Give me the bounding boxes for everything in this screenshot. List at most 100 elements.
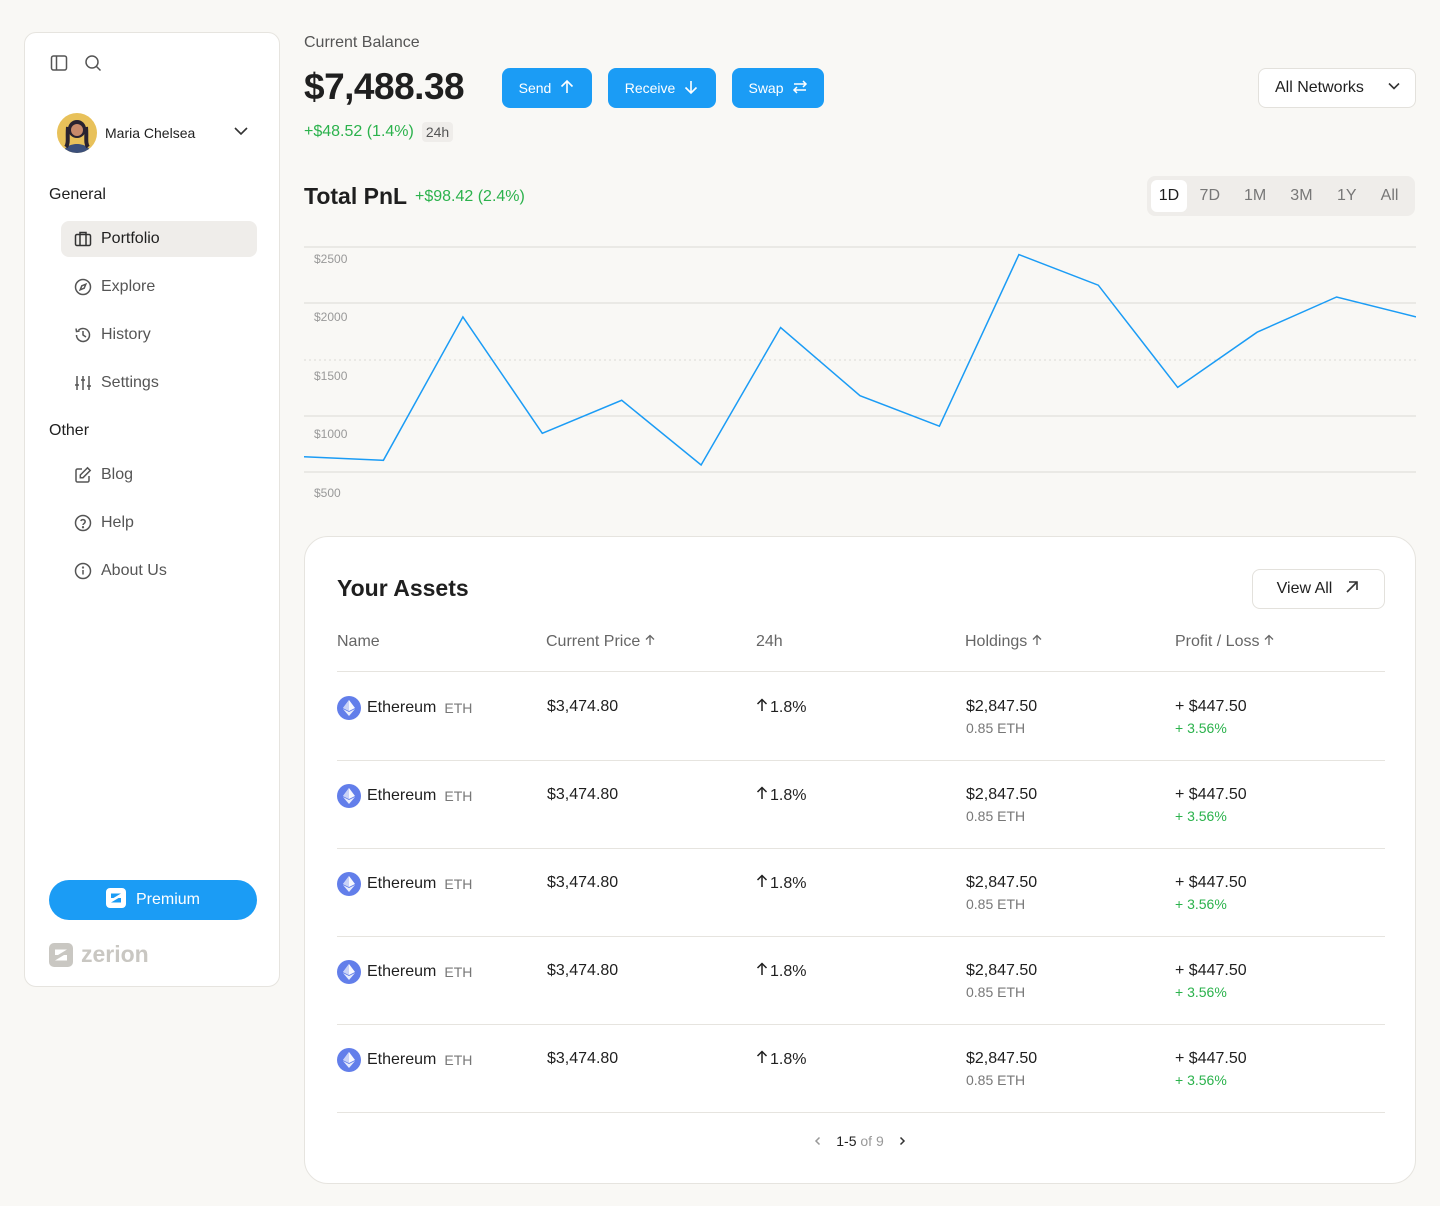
- asset-24h-change: 1.8%: [756, 962, 806, 981]
- user-menu[interactable]: Maria Chelsea: [57, 113, 249, 153]
- asset-name: Ethereum: [367, 1051, 437, 1068]
- sidebar-item-blog[interactable]: Blog: [61, 457, 257, 493]
- page-total: of 9: [860, 1133, 884, 1149]
- chevron-down-icon: [233, 123, 249, 144]
- info-icon: [73, 561, 93, 581]
- table-row[interactable]: Ethereum ETH $3,474.80 1.8% $2,847.50 0.85 ET…: [337, 848, 1385, 936]
- asset-name-cell: Ethereum ETH: [337, 1048, 472, 1072]
- sidebar: Maria Chelsea General Portfolio Explore …: [24, 32, 280, 987]
- balance-change-value: +$48.52 (1.4%): [304, 123, 414, 140]
- ethereum-icon: [337, 960, 361, 984]
- tab-all[interactable]: All: [1368, 180, 1411, 212]
- tab-7d[interactable]: 7D: [1187, 180, 1233, 212]
- profit-loss-percent: + 3.56%: [1175, 720, 1227, 736]
- next-page-button[interactable]: [894, 1133, 910, 1149]
- ethereum-icon: [337, 1048, 361, 1072]
- arrow-down-icon: [683, 79, 699, 98]
- holdings-quantity: 0.85 ETH: [966, 984, 1026, 1000]
- pnl-chart: $2500 $2000 $1500 $1000 $500: [304, 246, 1416, 500]
- assets-title: Your Assets: [337, 575, 469, 601]
- sidebar-item-label: About Us: [101, 562, 167, 579]
- asset-holdings: $2,847.50 0.85 ETH: [966, 874, 1037, 912]
- swap-button[interactable]: Swap: [732, 68, 824, 108]
- receive-button[interactable]: Receive: [608, 68, 716, 108]
- asset-price: $3,474.80: [547, 698, 619, 715]
- asset-24h-change: 1.8%: [756, 1050, 806, 1069]
- section-label-other: Other: [49, 422, 90, 439]
- table-row[interactable]: Ethereum ETH $3,474.80 1.8% $2,847.50 0.85 ET…: [337, 1024, 1385, 1112]
- send-button[interactable]: Send: [502, 68, 592, 108]
- column-header-holdings[interactable]: Holdings: [965, 633, 1043, 651]
- asset-price: $3,474.80: [547, 1050, 619, 1067]
- sidebar-item-about-us[interactable]: About Us: [61, 553, 257, 589]
- prev-page-button[interactable]: [810, 1133, 826, 1149]
- asset-24h-value: 1.8%: [770, 874, 807, 892]
- column-header-label: Holdings: [965, 633, 1028, 650]
- asset-name-cell: Ethereum ETH: [337, 872, 472, 896]
- sidebar-item-label: Portfolio: [101, 230, 160, 247]
- history-icon: [73, 325, 93, 345]
- holdings-value: $2,847.50: [966, 1050, 1038, 1067]
- compass-icon: [73, 277, 93, 297]
- sidebar-item-explore[interactable]: Explore: [61, 269, 257, 305]
- profit-loss-value: + $447.50: [1175, 786, 1247, 803]
- asset-24h-change: 1.8%: [756, 874, 806, 893]
- column-header-label: 24h: [756, 633, 783, 650]
- column-header-profit-loss[interactable]: Profit / Loss: [1175, 633, 1275, 651]
- ethereum-icon: [337, 872, 361, 896]
- asset-name-cell: Ethereum ETH: [337, 784, 472, 808]
- asset-symbol: ETH: [444, 1052, 473, 1068]
- asset-price: $3,474.80: [547, 874, 619, 891]
- arrow-up-icon: [756, 874, 768, 893]
- asset-24h-change: 1.8%: [756, 698, 806, 717]
- briefcase-icon: [73, 229, 93, 249]
- profit-loss-value: + $447.50: [1175, 962, 1247, 979]
- asset-24h-value: 1.8%: [770, 962, 807, 980]
- premium-button[interactable]: Premium: [49, 880, 257, 920]
- column-header-24h: 24h: [756, 633, 783, 651]
- y-tick-label: $1000: [314, 427, 348, 441]
- asset-symbol: ETH: [444, 876, 473, 892]
- network-select[interactable]: All Networks: [1258, 68, 1416, 108]
- asset-price: $3,474.80: [547, 962, 619, 979]
- view-all-button[interactable]: View All: [1252, 569, 1385, 609]
- sliders-icon: [73, 373, 93, 393]
- page-range: 1-5: [836, 1133, 857, 1149]
- sidebar-item-settings[interactable]: Settings: [61, 365, 257, 401]
- asset-price: $3,474.80: [547, 786, 619, 803]
- sidebar-item-history[interactable]: History: [61, 317, 257, 353]
- profit-loss-percent: + 3.56%: [1175, 896, 1227, 912]
- balance-label: Current Balance: [304, 34, 420, 51]
- arrow-up-icon: [756, 786, 768, 805]
- user-name: Maria Chelsea: [105, 125, 196, 141]
- tab-1d[interactable]: 1D: [1151, 180, 1187, 212]
- asset-symbol: ETH: [444, 788, 473, 804]
- sidebar-item-label: History: [101, 326, 151, 343]
- sidebar-toggle-icon[interactable]: [49, 53, 69, 73]
- ethereum-icon: [337, 696, 361, 720]
- balance-change: +$48.52 (1.4%) 24h: [304, 122, 454, 142]
- profit-loss-percent: + 3.56%: [1175, 984, 1227, 1000]
- asset-name: Ethereum: [367, 699, 437, 716]
- asset-24h-value: 1.8%: [770, 1050, 807, 1068]
- tab-1m[interactable]: 1M: [1233, 180, 1278, 212]
- holdings-value: $2,847.50: [966, 874, 1038, 891]
- table-row[interactable]: Ethereum ETH $3,474.80 1.8% $2,847.50 0.85 ET…: [337, 936, 1385, 1024]
- sidebar-item-label: Blog: [101, 466, 134, 483]
- holdings-value: $2,847.50: [966, 698, 1038, 715]
- asset-profit-loss: + $447.50 + 3.56%: [1175, 874, 1247, 912]
- sidebar-item-portfolio[interactable]: Portfolio: [61, 221, 257, 257]
- tab-3m[interactable]: 3M: [1278, 180, 1326, 212]
- swap-arrows-icon: [792, 79, 808, 98]
- table-row[interactable]: Ethereum ETH $3,474.80 1.8% $2,847.50 0.85 ET…: [337, 760, 1385, 848]
- search-icon[interactable]: [83, 53, 103, 73]
- tab-1y[interactable]: 1Y: [1325, 180, 1368, 212]
- table-row[interactable]: Ethereum ETH $3,474.80 1.8% $2,847.50 0.85 ET…: [337, 672, 1385, 760]
- sidebar-item-help[interactable]: Help: [61, 505, 257, 541]
- sidebar-toolbar: [49, 53, 103, 73]
- send-label: Send: [518, 80, 552, 96]
- column-header-price[interactable]: Current Price: [546, 633, 656, 651]
- pnl-title: Total PnL: [304, 183, 408, 209]
- asset-name-cell: Ethereum ETH: [337, 960, 472, 984]
- asset-name-cell: Ethereum ETH: [337, 696, 472, 720]
